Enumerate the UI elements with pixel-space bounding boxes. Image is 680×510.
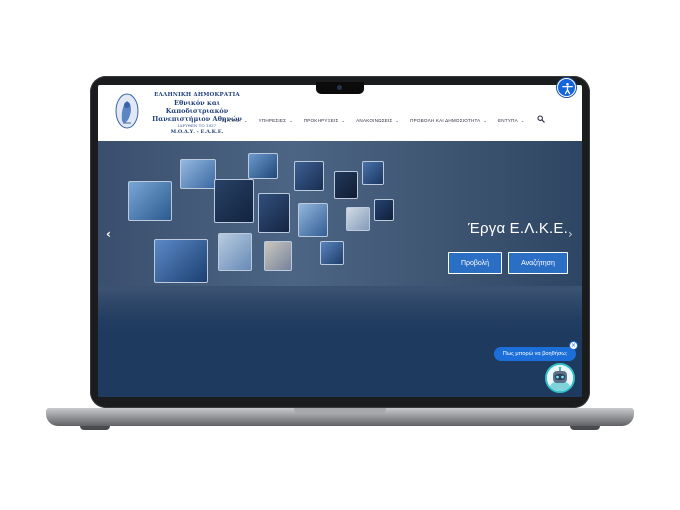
logo-line-university-1: Εθνικόν και Καποδιστριακόν — [165, 99, 229, 115]
screen-panel — [248, 153, 278, 179]
chevron-down-icon: ⌄ — [520, 117, 525, 123]
screen-panel — [154, 239, 208, 283]
screen-panel — [258, 193, 290, 233]
slider-prev-arrow[interactable]: ‹ — [106, 227, 111, 241]
close-icon[interactable]: × — [569, 341, 578, 350]
laptop-foot-left — [80, 426, 110, 430]
logo-line-republic: ΕΛΛΗΝΙΚΗ ΔΗΜΟΚΡΑΤΙΑ — [154, 92, 240, 98]
nav-item-elke[interactable]: Ε.Λ.Κ.Ε. ⌄ — [222, 118, 248, 123]
laptop-hinge-groove — [294, 408, 386, 414]
nav-item-services[interactable]: ΥΠΗΡΕΣΙΕΣ ⌄ — [259, 118, 293, 123]
hero-title: Έργα Ε.Λ.Κ.Ε. — [468, 220, 568, 237]
screen-panel — [298, 203, 328, 237]
chevron-down-icon: ⌄ — [483, 117, 487, 123]
university-logo-text[interactable]: ΕΛΛΗΝΙΚΗ ΔΗΜΟΚΡΑΤΙΑ Εθνικόν και Καποδιστ… — [142, 92, 252, 136]
accessibility-icon — [561, 82, 573, 94]
chevron-down-icon: ⌄ — [395, 117, 400, 123]
main-nav: Ε.Λ.Κ.Ε. ⌄ ΥΠΗΡΕΣΙΕΣ ⌄ ΠΡΟΚΗΡΥΞΕΙΣ ⌄ ΑΝΑΚΟΙ… — [222, 116, 535, 124]
logo-line-department: Μ.Ο.Δ.Υ. - Ε.Λ.Κ.Ε. — [170, 129, 224, 135]
screen-panel — [334, 171, 358, 199]
nav-item-announcements-calls[interactable]: ΠΡΟΚΗΡΥΞΕΙΣ ⌄ — [304, 118, 345, 123]
chat-prompt-bubble[interactable]: Πως μπορώ να βοηθήσω; — [494, 347, 576, 361]
screen-panel — [346, 207, 370, 231]
slider-next-arrow[interactable]: › — [568, 227, 573, 241]
screen-panel — [362, 161, 384, 185]
nav-item-publicity[interactable]: ΠΡΟΒΟΛΗ ΚΑΙ ΔΗΜΟΣΙΟΤΗΤΑ ⌄ — [410, 118, 487, 123]
nav-item-news[interactable]: ΑΝΑΚΟΙΝΩΣΕΙΣ ⌄ — [356, 118, 399, 123]
screen-panel — [374, 199, 394, 221]
screen-panel — [264, 241, 292, 271]
laptop-screen: ΕΛΛΗΝΙΚΗ ΔΗΜΟΚΡΑΤΙΑ Εθνικόν και Καποδιστ… — [98, 85, 582, 397]
accessibility-button[interactable] — [557, 78, 576, 97]
search-icon[interactable] — [537, 115, 545, 123]
university-seal-icon — [115, 93, 139, 129]
screen-panel — [180, 159, 216, 189]
screen-panel — [218, 233, 252, 271]
view-button[interactable]: Προβολή — [448, 252, 502, 274]
robot-icon — [547, 365, 573, 391]
chevron-down-icon: ⌄ — [243, 117, 248, 123]
chevron-down-icon: ⌄ — [289, 117, 293, 123]
nav-item-forms[interactable]: ΕΝΤΥΠΑ ⌄ — [498, 118, 524, 123]
chatbot-launcher[interactable] — [545, 363, 575, 393]
screen-panel — [214, 179, 254, 223]
chevron-down-icon: ⌄ — [341, 117, 346, 123]
screen-panel — [128, 181, 172, 221]
webcam-icon — [337, 85, 342, 90]
laptop-foot-right — [570, 426, 600, 430]
screen-panel — [294, 161, 324, 191]
screen-panel — [320, 241, 344, 265]
hero-overlay — [98, 291, 582, 397]
search-projects-button[interactable]: Αναζήτηση — [508, 252, 568, 274]
